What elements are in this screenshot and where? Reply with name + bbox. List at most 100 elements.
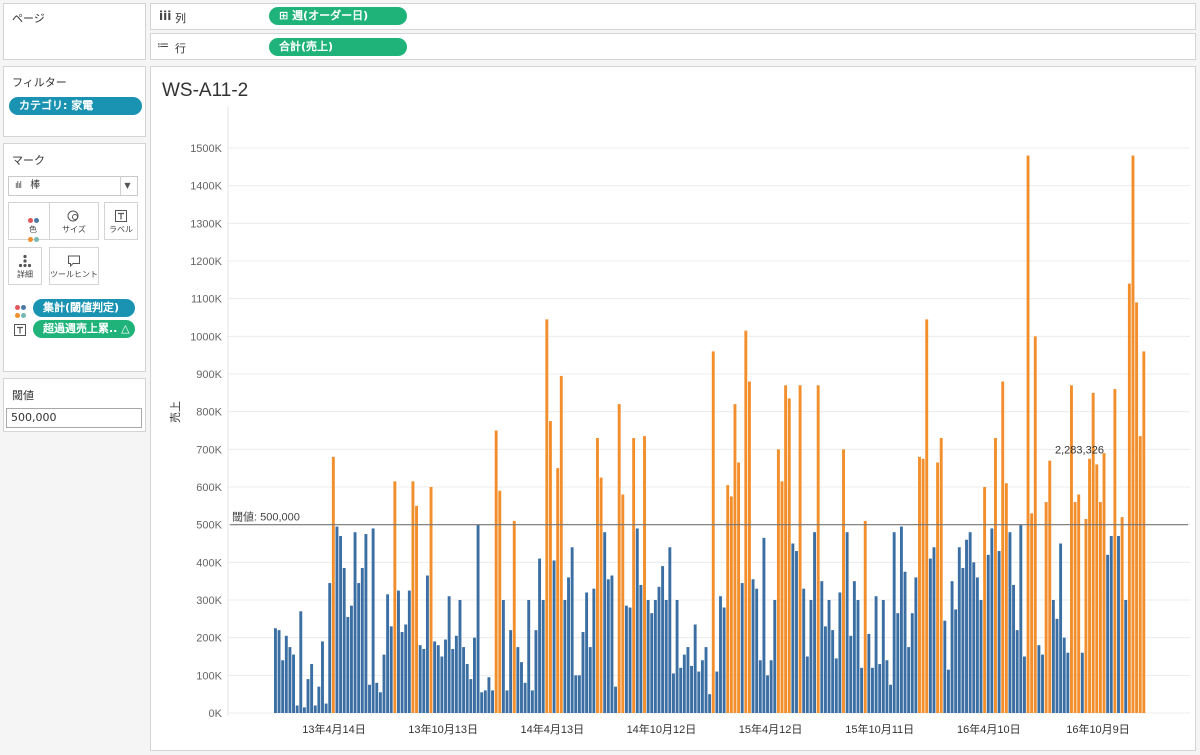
bar[interactable] [961, 567, 965, 713]
bar[interactable] [813, 532, 817, 713]
bar[interactable] [686, 647, 690, 713]
bar[interactable] [899, 526, 903, 713]
bar[interactable] [936, 462, 940, 713]
bar[interactable] [407, 590, 411, 713]
bar[interactable] [1019, 524, 1023, 713]
bar[interactable] [588, 647, 592, 713]
bar[interactable] [664, 600, 668, 713]
bar[interactable] [567, 577, 570, 713]
bar[interactable] [534, 630, 538, 713]
bar[interactable] [331, 456, 335, 713]
bar[interactable] [842, 449, 845, 713]
bar[interactable] [827, 600, 831, 713]
bar[interactable] [668, 547, 672, 713]
bar[interactable] [1048, 460, 1052, 713]
bar[interactable] [494, 430, 498, 714]
bar[interactable] [364, 534, 368, 713]
bar[interactable] [1001, 381, 1005, 713]
bar[interactable] [979, 600, 983, 713]
bar[interactable] [635, 528, 639, 713]
bar[interactable] [480, 692, 484, 713]
bar[interactable] [1062, 637, 1066, 713]
bar[interactable] [744, 330, 748, 713]
bar[interactable] [921, 458, 925, 713]
bar[interactable] [476, 524, 480, 713]
bar[interactable] [755, 588, 759, 713]
bar[interactable] [719, 596, 722, 713]
bar[interactable] [693, 624, 697, 713]
bar[interactable] [610, 575, 614, 713]
bar[interactable] [1142, 351, 1146, 713]
bar[interactable] [1077, 494, 1081, 713]
bar[interactable] [1012, 584, 1016, 713]
bar[interactable] [747, 381, 751, 713]
bar[interactable] [1066, 652, 1070, 713]
bar[interactable] [838, 592, 842, 713]
bar[interactable] [1131, 155, 1135, 713]
bar[interactable] [462, 647, 466, 713]
rows-pill-sum-sales[interactable]: 合計(売上) [269, 38, 407, 56]
bar[interactable] [852, 581, 856, 713]
bar[interactable] [834, 658, 838, 713]
bar[interactable] [1037, 645, 1041, 713]
bar[interactable] [1117, 535, 1120, 713]
bar[interactable] [892, 532, 896, 713]
bar[interactable] [690, 665, 693, 713]
bar[interactable] [563, 600, 567, 713]
bar[interactable] [885, 660, 889, 713]
bar[interactable] [874, 596, 878, 713]
bar[interactable] [592, 588, 596, 713]
bar[interactable] [708, 694, 712, 713]
bar[interactable] [328, 583, 332, 713]
bar[interactable] [342, 567, 346, 713]
bar[interactable] [1041, 654, 1044, 713]
bar[interactable] [773, 600, 777, 713]
bar[interactable] [860, 667, 864, 713]
bar[interactable] [317, 686, 321, 713]
bar[interactable] [946, 669, 950, 713]
bar[interactable] [972, 562, 976, 713]
mark-card-label[interactable]: ラベル [104, 202, 138, 240]
bar[interactable] [556, 468, 560, 713]
bar[interactable] [1106, 554, 1110, 713]
bar[interactable] [918, 456, 921, 713]
bar[interactable] [643, 436, 646, 713]
bar[interactable] [679, 667, 683, 713]
bar[interactable] [393, 481, 397, 713]
columns-pill-week-order-date[interactable]: ⊞ 週(オーダー日) [269, 7, 407, 25]
bar[interactable] [1080, 652, 1084, 713]
bar[interactable] [928, 558, 932, 713]
bar[interactable] [950, 581, 954, 713]
bar[interactable] [762, 537, 766, 713]
bar[interactable] [1030, 513, 1034, 713]
bar[interactable] [737, 462, 741, 713]
bar[interactable] [1026, 155, 1030, 713]
bar[interactable] [1098, 502, 1102, 713]
bar[interactable] [425, 575, 429, 713]
bar[interactable] [339, 535, 343, 713]
bar[interactable] [795, 551, 798, 713]
bar[interactable] [400, 632, 404, 713]
bar[interactable] [943, 620, 947, 713]
bar[interactable] [552, 560, 556, 713]
threshold-input[interactable]: 500,000 [6, 408, 142, 428]
bar[interactable] [382, 654, 386, 713]
bar[interactable] [599, 477, 603, 713]
bar[interactable] [1113, 389, 1117, 713]
bar[interactable] [957, 547, 961, 713]
bar[interactable] [867, 633, 871, 713]
bar[interactable] [889, 684, 892, 713]
bar[interactable] [617, 404, 621, 713]
bar[interactable] [433, 641, 437, 713]
bar[interactable] [440, 656, 444, 714]
pages-panel[interactable]: ページ [3, 3, 146, 60]
bar[interactable] [697, 671, 701, 713]
bar[interactable] [1135, 302, 1139, 713]
bar[interactable] [454, 635, 458, 713]
bar[interactable] [516, 647, 520, 713]
bar[interactable] [740, 583, 744, 713]
bar[interactable] [1088, 458, 1092, 713]
bar[interactable] [845, 532, 849, 713]
bar[interactable] [473, 637, 476, 713]
bar[interactable] [809, 600, 813, 713]
